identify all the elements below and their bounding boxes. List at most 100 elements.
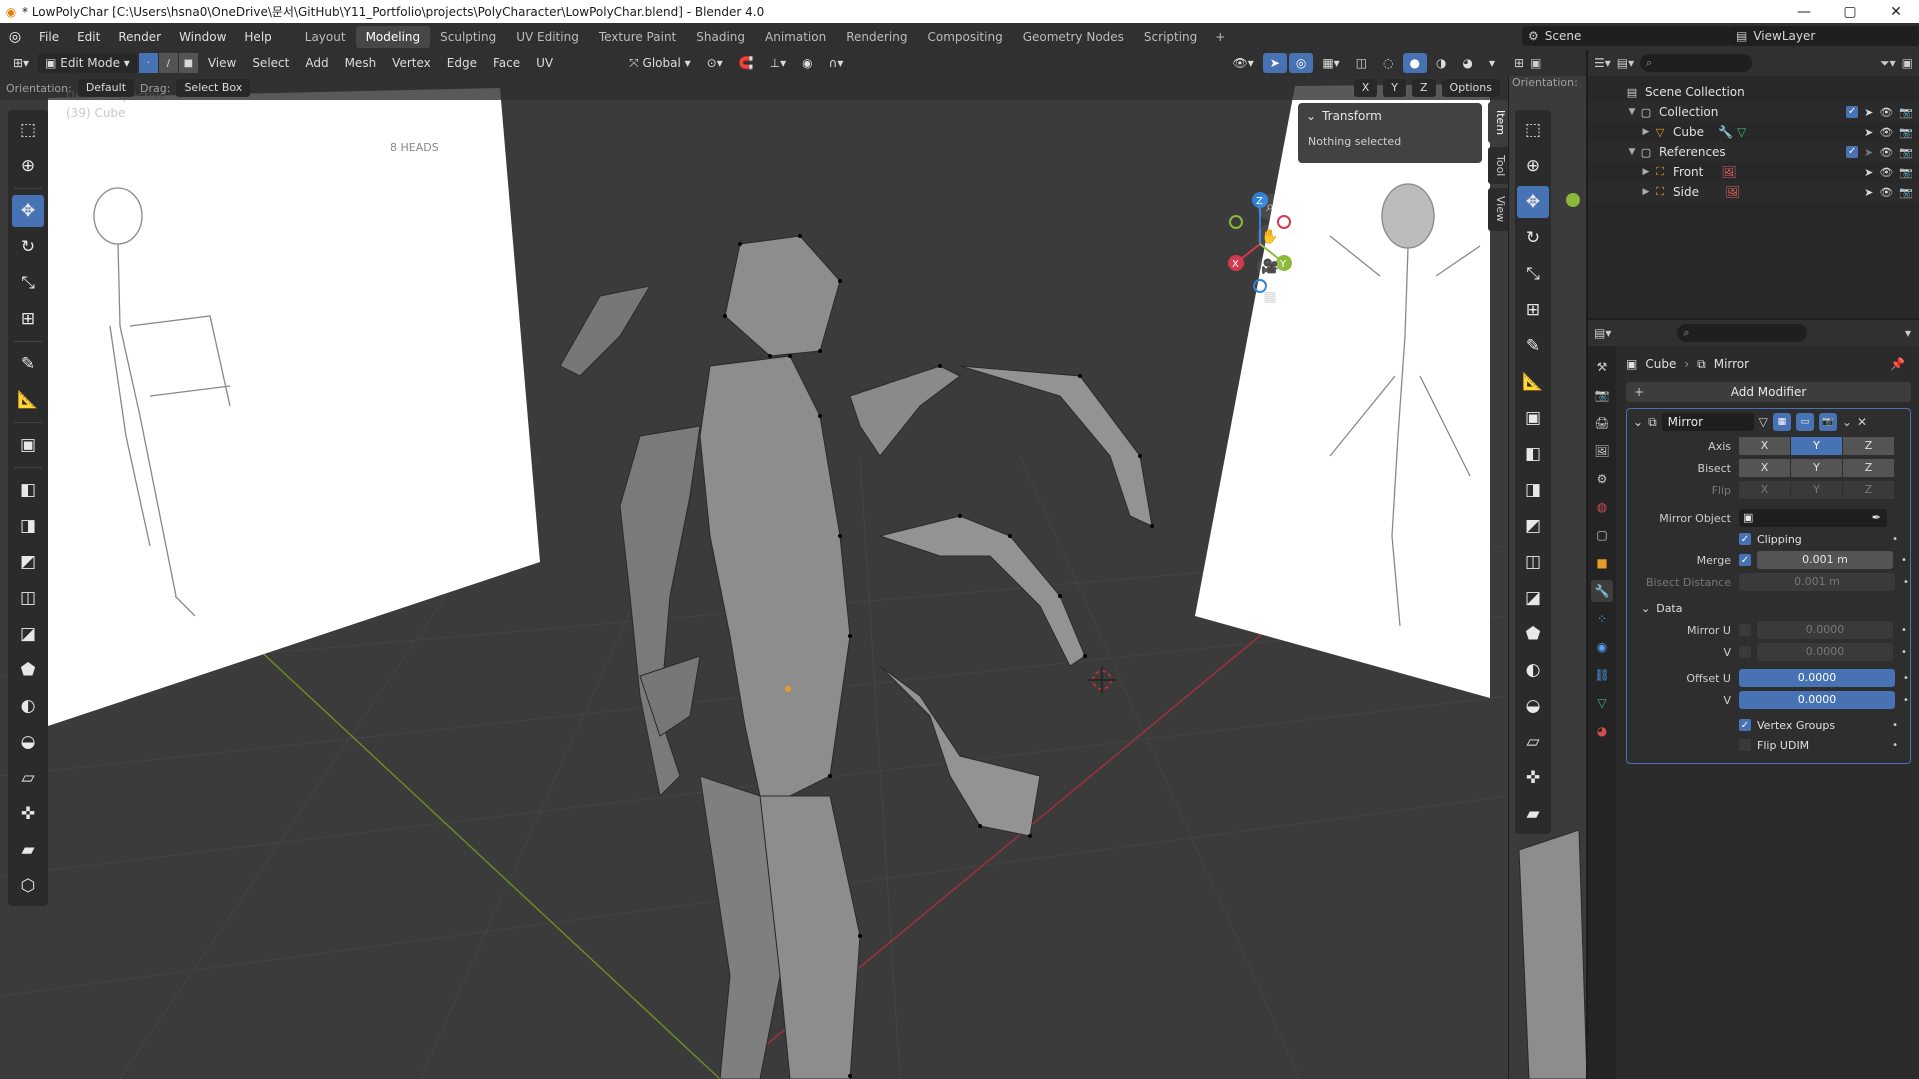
cursor-tool-icon[interactable]: ⊕ xyxy=(12,150,44,182)
image-data-icon[interactable]: 🖼 xyxy=(1721,165,1736,179)
menu-help[interactable]: Help xyxy=(235,27,280,47)
particles-tab-icon[interactable]: ⁘ xyxy=(1591,608,1613,630)
proportional-edit-icon[interactable]: ◉ xyxy=(795,53,819,73)
menu-file[interactable]: File xyxy=(30,27,68,47)
modifier-tab-icon[interactable]: 🔧 xyxy=(1591,580,1613,602)
overlay-toggle-icon[interactable]: ◎ xyxy=(1288,53,1314,73)
loop-cut-tool-icon[interactable]: ◫ xyxy=(1517,546,1549,578)
spin-tool-icon[interactable]: ◐ xyxy=(1517,654,1549,686)
image-data-icon[interactable]: 🖼 xyxy=(1725,185,1740,199)
menu-window[interactable]: Window xyxy=(170,27,235,47)
pivot-point-icon[interactable]: ⊙▾ xyxy=(700,53,730,73)
clipping-checkbox[interactable]: ✓ xyxy=(1739,533,1751,545)
measure-tool-icon[interactable]: 📐 xyxy=(1517,366,1549,398)
minimize-button[interactable]: — xyxy=(1781,0,1827,23)
viewport-toggle-icon[interactable]: ▭ xyxy=(1795,413,1814,431)
tab-geometry-nodes[interactable]: Geometry Nodes xyxy=(1013,26,1134,48)
knife-tool-icon[interactable]: ◪ xyxy=(12,618,44,650)
add-modifier-button[interactable]: + Add Modifier xyxy=(1626,382,1911,402)
properties-search-input[interactable]: ⌕ xyxy=(1677,324,1808,342)
keyframe-dot-icon[interactable]: • xyxy=(1892,740,1898,751)
shrink-fatten-tool-icon[interactable]: ✜ xyxy=(12,798,44,830)
spin-tool-icon[interactable]: ◐ xyxy=(12,690,44,722)
outliner-row-scene-collection[interactable]: ▤ Scene Collection xyxy=(1588,82,1919,102)
offset-u-field[interactable]: 0.0000 xyxy=(1739,669,1895,687)
chevron-right-icon[interactable]: ▶ xyxy=(1640,167,1652,177)
smooth-tool-icon[interactable]: ◒ xyxy=(1517,690,1549,722)
tab-texture-paint[interactable]: Texture Paint xyxy=(589,26,686,48)
edge-slide-tool-icon[interactable]: ▱ xyxy=(12,762,44,794)
mirror-axis-y-toggle[interactable]: Y xyxy=(1383,79,1406,97)
tab-compositing[interactable]: Compositing xyxy=(917,26,1012,48)
bevel-tool-icon[interactable]: ◩ xyxy=(1517,510,1549,542)
rotate-tool-icon[interactable]: ↻ xyxy=(1517,222,1549,254)
camera-view-icon[interactable]: 🎥 xyxy=(1257,254,1283,280)
scene-selector[interactable]: ⚙ Scene xyxy=(1522,26,1730,46)
mirror-u-checkbox[interactable] xyxy=(1739,624,1751,636)
tab-view[interactable]: View xyxy=(1488,188,1508,231)
mode-selector[interactable]: ▣ Edit Mode ▾ xyxy=(38,53,137,73)
add-cube-tool-icon[interactable]: ▣ xyxy=(12,429,44,461)
camera-icon[interactable]: 📷 xyxy=(1899,106,1913,119)
tool-tab-icon[interactable]: ⚒ xyxy=(1591,356,1613,378)
inset-tool-icon[interactable]: ◨ xyxy=(1517,474,1549,506)
snap-icon[interactable]: 🧲 xyxy=(732,53,761,73)
editor-type-icon[interactable]: ⊞ xyxy=(1514,56,1524,70)
render-toggle-icon[interactable]: 📷 xyxy=(1818,413,1837,431)
shear-tool-icon[interactable]: ▰ xyxy=(12,834,44,866)
select-toggle-icon[interactable]: ➤ xyxy=(1864,106,1873,119)
gizmo-toggle-icon[interactable]: ➤ xyxy=(1262,53,1287,73)
ortho-grid-icon[interactable]: ▦ xyxy=(1257,284,1283,310)
filter-icon[interactable]: ⏷▾ xyxy=(1880,56,1896,71)
wireframe-shading-icon[interactable]: ◌ xyxy=(1376,53,1400,73)
smooth-tool-icon[interactable]: ◒ xyxy=(12,726,44,758)
rotate-tool-icon[interactable]: ↻ xyxy=(12,231,44,263)
menu-select[interactable]: Select xyxy=(245,53,296,73)
xray-toggle-icon[interactable]: ◫ xyxy=(1349,53,1374,73)
face-select-icon[interactable]: ■ xyxy=(178,53,199,73)
outliner-row-references[interactable]: ▼ ▢ References ✓ ➤ 👁 📷 xyxy=(1588,142,1919,162)
render-tab-icon[interactable]: 📷 xyxy=(1591,384,1613,406)
edit-cage-icon[interactable]: ▽ xyxy=(1759,415,1768,429)
select-toggle-icon[interactable]: ➤ xyxy=(1864,146,1873,159)
tab-sculpting[interactable]: Sculpting xyxy=(430,26,506,48)
camera-icon[interactable]: 📷 xyxy=(1899,146,1913,159)
edge-slide-tool-icon[interactable]: ▱ xyxy=(1517,726,1549,758)
merge-distance-field[interactable]: 0.001 m xyxy=(1757,551,1893,569)
modifier-wrench-icon[interactable]: 🔧 xyxy=(1718,125,1733,139)
object-mode-icon[interactable]: ▣ xyxy=(1530,56,1541,70)
eye-icon[interactable]: 👁 xyxy=(1879,166,1893,179)
bisect-distance-field[interactable]: 0.001 m xyxy=(1739,573,1895,591)
chevron-right-icon[interactable]: ▶ xyxy=(1640,127,1652,137)
merge-checkbox[interactable]: ✓ xyxy=(1739,554,1751,566)
add-cube-tool-icon[interactable]: ▣ xyxy=(1517,402,1549,434)
material-tab-icon[interactable]: ◕ xyxy=(1591,720,1613,742)
move-tool-icon[interactable]: ✥ xyxy=(12,195,44,227)
poly-build-tool-icon[interactable]: ⬟ xyxy=(1517,618,1549,650)
object-tab-icon[interactable]: ■ xyxy=(1591,552,1613,574)
select-box-tool-icon[interactable]: ⬚ xyxy=(1517,114,1549,146)
constraints-tab-icon[interactable]: ⛓ xyxy=(1591,664,1613,686)
transform-orientation-selector[interactable]: ⤧ Global ▾ xyxy=(622,53,698,73)
bisect-x-toggle[interactable]: X xyxy=(1739,459,1791,477)
eye-icon[interactable]: 👁 xyxy=(1879,186,1893,199)
solid-shading-icon[interactable]: ● xyxy=(1402,53,1427,73)
low-poly-character[interactable] xyxy=(559,235,1153,1079)
shear-tool-icon[interactable]: ▰ xyxy=(1517,798,1549,830)
drag-dropdown[interactable]: Select Box xyxy=(176,79,251,97)
scale-tool-icon[interactable]: ⤡ xyxy=(1517,258,1549,290)
outliner-search-input[interactable]: ⌕ xyxy=(1640,54,1753,72)
tab-modeling[interactable]: Modeling xyxy=(355,25,431,48)
tab-rendering[interactable]: Rendering xyxy=(836,26,917,48)
chevron-down-icon[interactable]: ▼ xyxy=(1626,147,1638,157)
rip-tool-icon[interactable]: ⬡ xyxy=(12,870,44,902)
extrude-tool-icon[interactable]: ◧ xyxy=(12,474,44,506)
scale-tool-icon[interactable]: ⤡ xyxy=(12,267,44,299)
tab-shading[interactable]: Shading xyxy=(686,26,755,48)
move-tool-icon[interactable]: ✥ xyxy=(1517,186,1549,218)
annotate-tool-icon[interactable]: ✎ xyxy=(12,348,44,380)
bevel-tool-icon[interactable]: ◩ xyxy=(12,546,44,578)
eye-icon[interactable]: 👁 xyxy=(1879,126,1893,139)
transform-tool-icon[interactable]: ⊞ xyxy=(1517,294,1549,326)
view-layer-selector[interactable]: ▤ ViewLayer xyxy=(1730,26,1919,46)
